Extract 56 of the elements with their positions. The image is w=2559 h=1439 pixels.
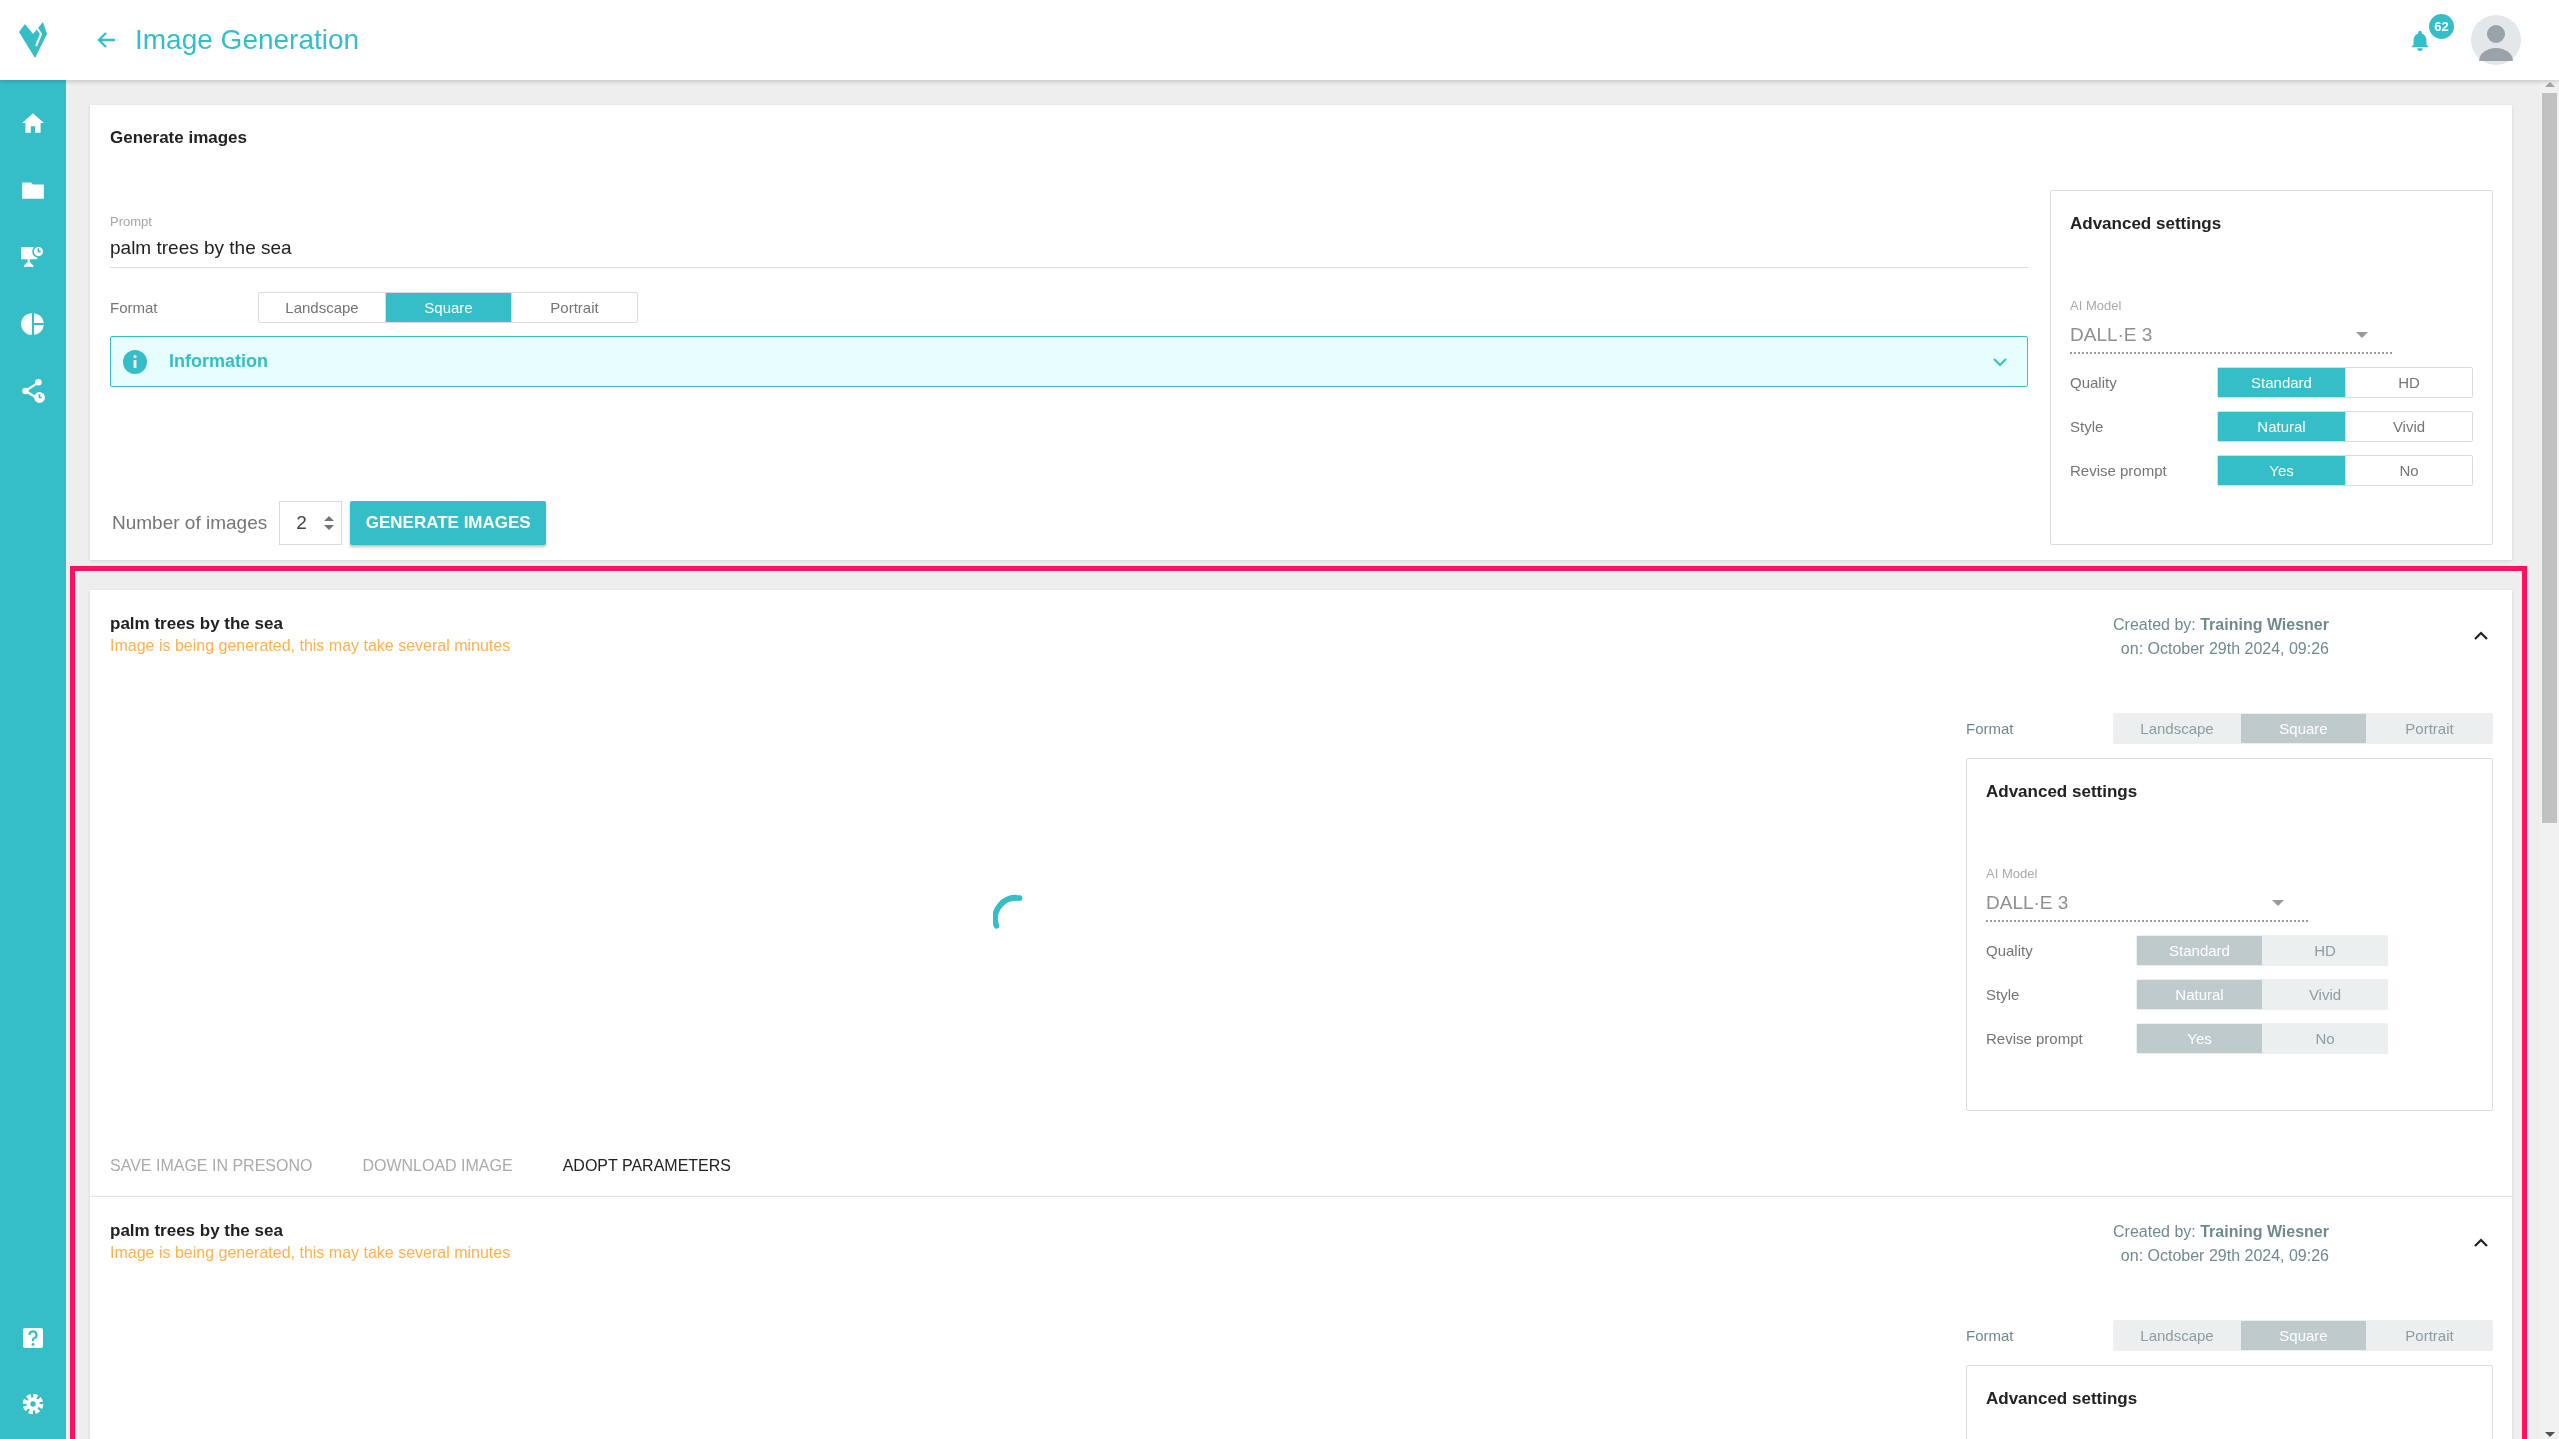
- generate-button[interactable]: GENERATE IMAGES: [350, 501, 547, 545]
- information-panel[interactable]: Information: [110, 336, 2028, 387]
- share-clock-icon[interactable]: [20, 378, 46, 404]
- settings-icon[interactable]: [20, 1391, 46, 1417]
- toggle-option[interactable]: Vivid: [2345, 412, 2472, 441]
- field-label: Format: [110, 299, 159, 316]
- field-label: Format: [1966, 720, 2014, 737]
- section-title: Advanced settings: [1986, 1388, 2139, 1410]
- section-title: Advanced settings: [1986, 781, 2139, 803]
- avatar-icon[interactable]: [2471, 15, 2521, 65]
- toggle-option[interactable]: Portrait: [511, 293, 637, 322]
- scroll-down-icon[interactable]: [2543, 1430, 2556, 1439]
- information-label: Information: [169, 351, 268, 372]
- toggle-option[interactable]: Standard: [2218, 368, 2345, 397]
- presentation-clock-icon[interactable]: [20, 244, 46, 270]
- field-label: Format: [1966, 1327, 2014, 1344]
- number-field[interactable]: 2: [279, 501, 343, 545]
- setting-label: Quality: [2070, 374, 2118, 391]
- field-label: Prompt: [110, 214, 153, 230]
- created-by: Created by: Training Wiesner: [2113, 615, 2329, 635]
- panel-title: Generate images: [110, 127, 248, 149]
- page-title: Image Generation: [135, 24, 360, 56]
- created-date: on: October 29th 2024, 09:26: [2119, 639, 2329, 659]
- bell-icon[interactable]: [2409, 28, 2431, 52]
- prompt-title: palm trees by the sea: [110, 613, 284, 635]
- toggle-option[interactable]: Yes: [2218, 456, 2345, 485]
- chevron-down-icon: [1993, 356, 2007, 367]
- toggle-option[interactable]: Square: [385, 293, 511, 322]
- prompt-field[interactable]: palm trees by the sea: [110, 236, 2028, 268]
- dropdown-caret-icon: [2272, 900, 2284, 906]
- dropdown-caret-icon: [2356, 332, 2368, 338]
- setting-label: Style: [2070, 418, 2105, 435]
- toggle-option[interactable]: Natural: [2218, 412, 2345, 441]
- info-icon: [123, 349, 147, 374]
- created-by: Created by: Training Wiesner: [2113, 1222, 2329, 1242]
- setting-label: Revise prompt: [1986, 1030, 2084, 1047]
- toggle-option[interactable]: HD: [2345, 368, 2472, 397]
- section-title: Advanced settings: [2070, 213, 2223, 235]
- model-select[interactable]: DALL·E 3: [2070, 314, 2392, 354]
- help-icon[interactable]: [21, 1326, 45, 1350]
- setting-label: Quality: [1986, 942, 2034, 959]
- field-label: AI Model: [2070, 298, 2123, 314]
- toggle-option[interactable]: No: [2345, 456, 2472, 485]
- notification-badge: 62: [2429, 14, 2454, 39]
- status-message: Image is being generated, this may take several minutes: [110, 1243, 511, 1263]
- field-label: AI Model: [1986, 866, 2039, 882]
- created-date: on: October 29th 2024, 09:26: [2119, 1246, 2329, 1266]
- setting-label: Style: [1986, 986, 2021, 1003]
- setting-label: Revise prompt: [2070, 462, 2168, 479]
- status-message: Image is being generated, this may take several minutes: [110, 636, 511, 656]
- scrollbar-thumb[interactable]: [2542, 93, 2557, 823]
- toggle-option[interactable]: Landscape: [259, 293, 385, 322]
- stepper-icon[interactable]: [323, 514, 336, 532]
- pie-chart-icon[interactable]: [20, 311, 46, 337]
- field-label: Number of images: [112, 512, 268, 534]
- prompt-title: palm trees by the sea: [110, 1220, 284, 1242]
